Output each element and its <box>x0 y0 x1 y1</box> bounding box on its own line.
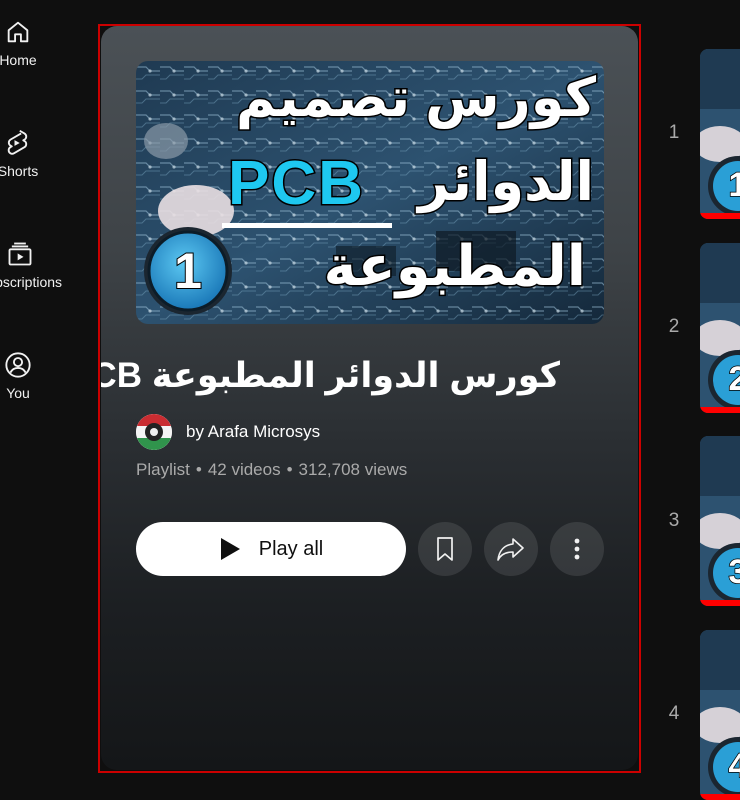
playlist-thumbnail[interactable]: كورس تصميم PCB الدوائر المطبوعة 1 <box>136 61 604 324</box>
more-vert-icon <box>574 538 580 560</box>
share-button[interactable] <box>484 522 538 576</box>
video-thumbnail[interactable]: 4 <box>700 630 740 800</box>
thumbnail-line-3: المطبوعة <box>322 233 588 299</box>
sidebar-item-subscriptions[interactable]: Subscriptions <box>0 222 80 312</box>
bookmark-icon <box>437 537 453 561</box>
meta-separator: • <box>286 460 293 479</box>
sidebar-item-label: Subscriptions <box>0 274 63 290</box>
sidebar: Home Shorts Subscriptions You <box>0 0 72 797</box>
sidebar-item-shorts[interactable]: Shorts <box>0 111 56 201</box>
video-thumbnail[interactable]: 2 <box>700 243 740 413</box>
playlist-type: Playlist <box>136 460 190 479</box>
play-all-label: Play all <box>258 537 324 560</box>
meta-separator: • <box>195 460 202 479</box>
video-thumbnail[interactable]: 3 <box>700 436 740 606</box>
play-icon <box>220 538 240 560</box>
sidebar-item-label: Shorts <box>0 163 39 179</box>
channel-avatar[interactable] <box>136 414 172 450</box>
video-index: 4 <box>668 703 680 724</box>
sidebar-item-label: You <box>6 385 30 401</box>
save-playlist-button[interactable] <box>418 522 472 576</box>
play-all-button[interactable]: Play all <box>136 522 406 576</box>
playlist-header-panel: كورس تصميم PCB الدوائر المطبوعة 1 كورس ا… <box>101 26 638 770</box>
sidebar-item-label: Home <box>0 52 37 68</box>
home-icon <box>7 21 29 43</box>
thumbnail-badge-number: 1 <box>173 242 203 300</box>
shorts-icon <box>7 129 28 155</box>
thumbnail-underline <box>222 223 392 228</box>
thumbnail-line-1: كورس تصميم <box>235 68 598 129</box>
owner-name[interactable]: by Arafa Microsys <box>186 422 320 442</box>
thumbnail-pcb-text: PCB <box>227 149 365 218</box>
subscriptions-icon <box>8 242 32 266</box>
more-actions-button[interactable] <box>550 522 604 576</box>
share-icon <box>497 538 524 561</box>
video-count: 42 videos <box>207 460 281 479</box>
user-icon <box>5 352 31 378</box>
video-index: 3 <box>668 510 680 531</box>
video-badge-number: 4 <box>728 746 740 786</box>
video-thumbnail[interactable]: 1 <box>700 49 740 219</box>
playlist-title: كورس الدوائر المطبوعة PCB <box>101 356 560 395</box>
video-badge-number: 3 <box>728 552 740 592</box>
thumbnail-line-2: الدوائر <box>417 151 596 214</box>
playlist-meta: Playlist • 42 videos • 312,708 views <box>136 460 407 480</box>
video-badge-number: 2 <box>728 359 740 399</box>
sidebar-item-home[interactable]: Home <box>0 0 56 90</box>
video-index: 1 <box>668 122 680 143</box>
sidebar-item-you[interactable]: You <box>0 333 56 423</box>
playlist-owner[interactable]: by Arafa Microsys <box>136 412 320 452</box>
view-count: 312,708 views <box>298 460 408 479</box>
video-index: 2 <box>668 316 680 337</box>
video-badge-number: 1 <box>728 165 740 205</box>
